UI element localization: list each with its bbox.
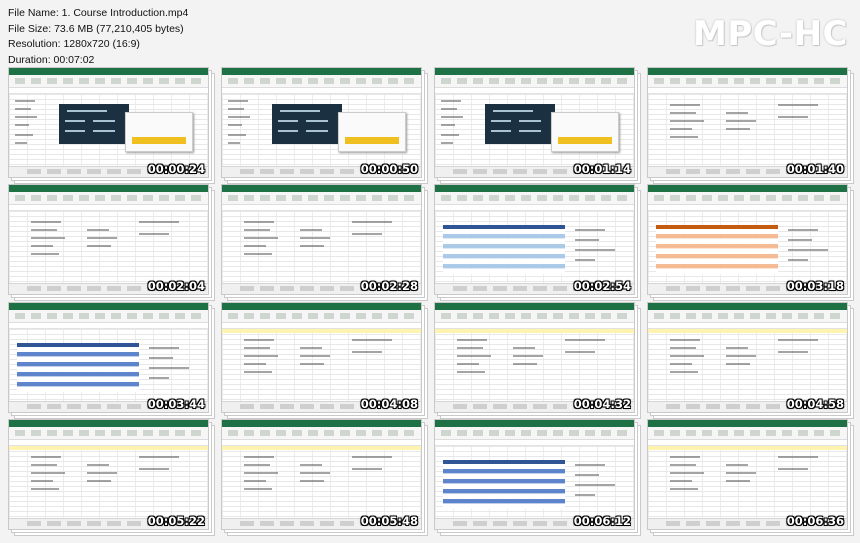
excel-title-bar [435,303,634,310]
thumbnail-timestamp: 00:04:08 [360,397,418,411]
file-size: File Size: 73.6 MB (77,210,405 bytes) [8,22,184,35]
thumbnail-timestamp: 00:05:48 [360,514,418,528]
thumbnail-timestamp: 00:05:22 [147,514,205,528]
excel-title-bar [9,303,208,310]
excel-title-bar [648,420,847,427]
excel-ribbon [222,310,421,323]
thumbnail-timestamp: 00:02:54 [573,279,631,293]
excel-title-bar [222,303,421,310]
info-bar [648,329,847,333]
mpc-hc-logo: MPC-HC [692,14,848,54]
thumbnail-timestamp: 00:03:18 [786,279,844,293]
excel-ribbon [648,427,847,440]
video-thumbnail[interactable]: 00:00:24 [8,67,209,178]
video-thumbnail[interactable]: 00:04:08 [221,302,422,413]
info-bar [222,329,421,333]
highlight-box [558,137,612,144]
highlight-box [132,137,186,144]
thumbnail-timestamp: 00:06:12 [573,514,631,528]
video-thumbnail[interactable]: 00:03:18 [647,184,848,295]
thumbnail-timestamp: 00:06:36 [786,514,844,528]
info-bar [9,446,208,450]
intro-slide [59,104,129,144]
excel-title-bar [222,420,421,427]
thumbnail-timestamp: 00:03:44 [147,397,205,411]
info-card [551,112,619,152]
intro-slide [272,104,342,144]
thumbnail-timestamp: 00:04:58 [786,397,844,411]
excel-ribbon [222,192,421,205]
excel-ribbon [648,192,847,205]
thumbnail-timestamp: 00:00:24 [147,162,205,176]
video-thumbnail[interactable]: 00:05:48 [221,419,422,530]
file-info: File Name: 1. Course Introduction.mp4 Fi… [8,6,188,68]
info-bar [435,329,634,333]
video-thumbnail[interactable]: 00:02:28 [221,184,422,295]
excel-ribbon [435,192,634,205]
excel-title-bar [435,68,634,75]
excel-title-bar [222,68,421,75]
video-thumbnail[interactable]: 00:04:58 [647,302,848,413]
excel-title-bar [435,185,634,192]
excel-title-bar [435,420,634,427]
thumbnail-timestamp: 00:01:40 [786,162,844,176]
data-table [443,225,565,274]
thumbnail-grid: 00:00:24 00:00:50 00:01:14 00:01:40 00:02:04… [0,64,860,543]
thumbnail-timestamp: 00:01:14 [573,162,631,176]
info-card [125,112,193,152]
video-thumbnail[interactable]: 00:01:40 [647,67,848,178]
excel-ribbon [222,427,421,440]
excel-title-bar [222,185,421,192]
video-thumbnail[interactable]: 00:00:50 [221,67,422,178]
info-card [338,112,406,152]
data-table [17,343,139,392]
excel-ribbon [222,75,421,88]
excel-ribbon [9,75,208,88]
excel-ribbon [9,310,208,323]
video-thumbnail[interactable]: 00:05:22 [8,419,209,530]
video-thumbnail[interactable]: 00:06:36 [647,419,848,530]
excel-ribbon [435,310,634,323]
excel-ribbon [9,192,208,205]
excel-title-bar [9,420,208,427]
excel-ribbon [435,75,634,88]
video-thumbnail[interactable]: 00:06:12 [434,419,635,530]
thumbnail-timestamp: 00:04:32 [573,397,631,411]
excel-ribbon [648,310,847,323]
video-thumbnail[interactable]: 00:02:54 [434,184,635,295]
data-table [656,225,778,274]
excel-ribbon [648,75,847,88]
video-thumbnail[interactable]: 00:01:14 [434,67,635,178]
data-table [443,460,565,509]
video-thumbnail[interactable]: 00:02:04 [8,184,209,295]
excel-title-bar [648,303,847,310]
excel-title-bar [9,185,208,192]
video-thumbnail[interactable]: 00:03:44 [8,302,209,413]
excel-title-bar [648,68,847,75]
resolution: Resolution: 1280x720 (16:9) [8,38,140,50]
highlight-box [345,137,399,144]
thumbnail-timestamp: 00:00:50 [360,162,418,176]
thumbnail-timestamp: 00:02:04 [147,279,205,293]
thumbnail-timestamp: 00:02:28 [360,279,418,293]
intro-slide [485,104,555,144]
info-bar [222,446,421,450]
excel-title-bar [9,68,208,75]
info-bar [648,446,847,450]
excel-ribbon [9,427,208,440]
file-name: File Name: 1. Course Introduction.mp4 [8,7,189,19]
video-thumbnail[interactable]: 00:04:32 [434,302,635,413]
excel-ribbon [435,427,634,440]
excel-title-bar [648,185,847,192]
